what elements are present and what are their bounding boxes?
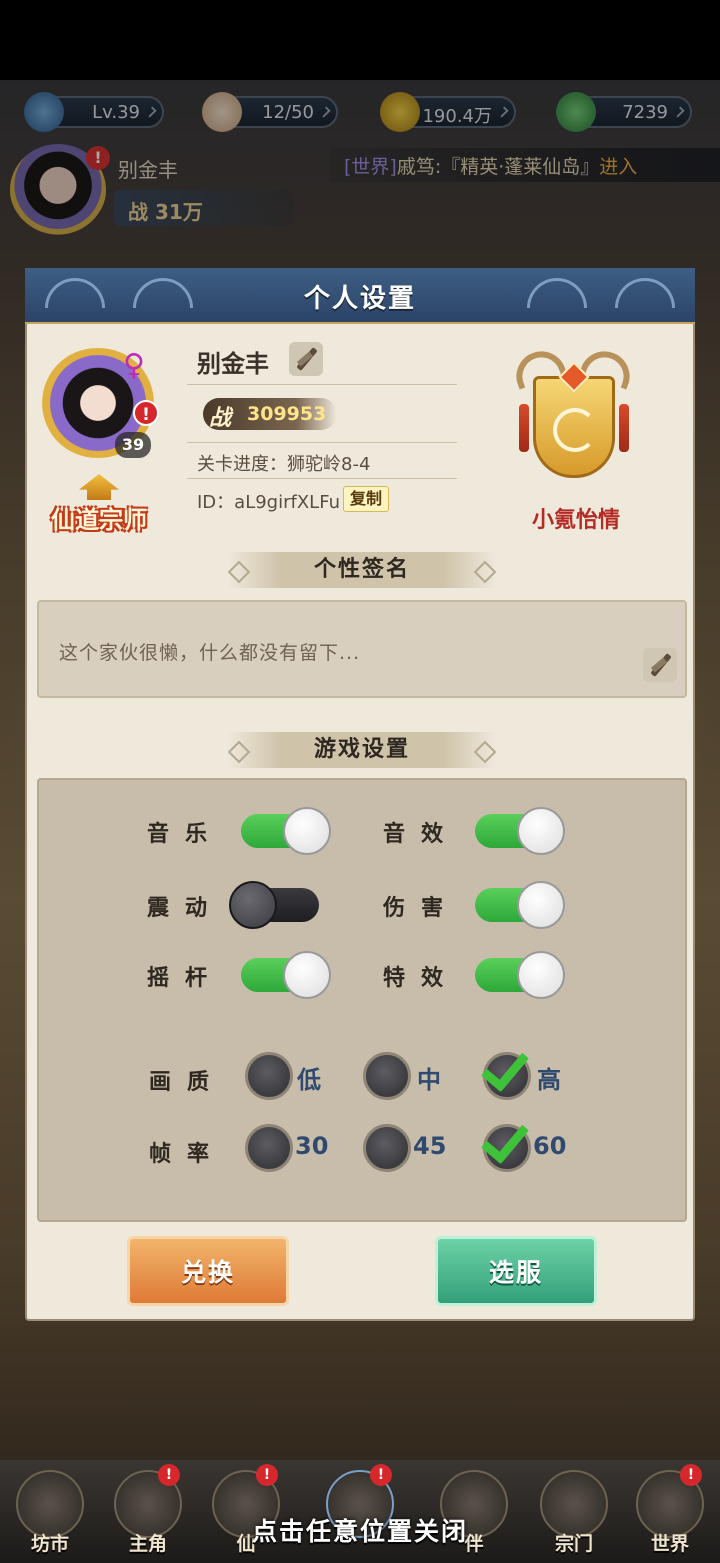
framerate-30-radio[interactable] <box>245 1124 293 1172</box>
alert-badge: ! <box>158 1464 180 1486</box>
toggle-knob <box>283 807 331 855</box>
toggle-knob <box>517 807 565 855</box>
female-gender-icon: ♀ <box>123 348 145 383</box>
damage-label: 伤害 <box>383 896 460 921</box>
toggle-knob <box>517 951 565 999</box>
framerate-label: 帧率 <box>149 1142 226 1167</box>
game-settings-panel: 音乐 音效 震动 伤害 摇杆 特效 画质 低 中 高 帧率 30 45 60 <box>37 778 687 1222</box>
edit-signature-icon[interactable] <box>643 648 677 682</box>
vibration-label: 震动 <box>147 896 224 921</box>
damage-toggle[interactable] <box>475 881 565 929</box>
signature-box[interactable]: 这个家伙很懒，什么都没有留下... <box>37 600 687 698</box>
quality-medium-label: 中 <box>417 1066 441 1094</box>
stage-progress: 关卡进度：狮驼岭8-4 <box>197 454 371 475</box>
exchange-button[interactable]: 兑换 <box>127 1236 289 1306</box>
dialog-title: 个人设置 <box>303 284 416 314</box>
dialog-header: 个人设置 <box>25 268 695 324</box>
title-badge-text: 仙道宗师 <box>51 506 147 534</box>
signature-section-title: 个性签名 <box>227 552 497 588</box>
title-badge[interactable]: 仙道宗师 <box>41 470 157 540</box>
player-level: 39 <box>115 432 151 458</box>
music-toggle[interactable] <box>241 807 331 855</box>
joystick-label: 摇杆 <box>147 966 224 991</box>
checkmark-icon <box>480 1041 530 1093</box>
alert-badge: ! <box>680 1464 702 1486</box>
divider <box>187 442 457 443</box>
framerate-60-label: 60 <box>533 1132 567 1160</box>
quality-high-label: 高 <box>537 1066 561 1094</box>
toggle-knob <box>229 881 277 929</box>
toggle-knob <box>283 951 331 999</box>
sound-effects-label: 音效 <box>383 822 460 847</box>
special-effects-label: 特效 <box>383 966 460 991</box>
alert-badge: ! <box>256 1464 278 1486</box>
special-effects-toggle[interactable] <box>475 951 565 999</box>
quality-high-radio[interactable] <box>480 1041 531 1100</box>
tap-to-close-hint: 点击任意位置关闭 <box>251 1517 468 1546</box>
graphics-quality-label: 画质 <box>149 1070 226 1095</box>
checkmark-icon <box>480 1113 530 1165</box>
game-settings-section-title: 游戏设置 <box>227 732 497 768</box>
joystick-toggle[interactable] <box>241 951 331 999</box>
select-server-button[interactable]: 选服 <box>435 1236 597 1306</box>
sound-effects-toggle[interactable] <box>475 807 565 855</box>
vibration-toggle[interactable] <box>229 881 319 929</box>
copy-id-button[interactable]: 复制 <box>343 486 390 512</box>
signature-text: 这个家伙很懒，什么都没有留下... <box>59 642 361 664</box>
divider <box>187 384 457 385</box>
edit-name-icon[interactable] <box>289 342 323 376</box>
divider <box>187 478 457 479</box>
dragon-icon <box>553 408 597 452</box>
framerate-60-radio[interactable] <box>480 1113 531 1172</box>
combat-power-value: 309953 <box>247 403 327 425</box>
personal-settings-dialog: 个人设置 ♀ ! 39 仙道宗师 别金丰 战 309953 关卡进度：狮驼岭8-… <box>25 268 695 1321</box>
alert-badge: ! <box>133 400 159 426</box>
tassel-icon <box>619 404 629 452</box>
player-id: ID：aL9girfXLFu <box>197 492 340 513</box>
player-name: 别金丰 <box>197 350 269 378</box>
toggle-knob <box>517 881 565 929</box>
alert-badge: ! <box>370 1464 392 1486</box>
music-label: 音乐 <box>147 822 224 847</box>
guild-emblem[interactable] <box>507 344 639 496</box>
framerate-30-label: 30 <box>295 1132 329 1160</box>
guild-name: 小氪怡情 <box>531 508 620 533</box>
quality-medium-radio[interactable] <box>363 1052 411 1100</box>
quality-low-label: 低 <box>297 1066 321 1094</box>
combat-power-label: 战 <box>209 406 232 431</box>
pavilion-icon <box>79 474 119 500</box>
quality-low-radio[interactable] <box>245 1052 293 1100</box>
combat-power: 战 309953 <box>203 398 337 431</box>
framerate-45-label: 45 <box>413 1132 447 1160</box>
tassel-icon <box>519 404 529 452</box>
framerate-45-radio[interactable] <box>363 1124 411 1172</box>
